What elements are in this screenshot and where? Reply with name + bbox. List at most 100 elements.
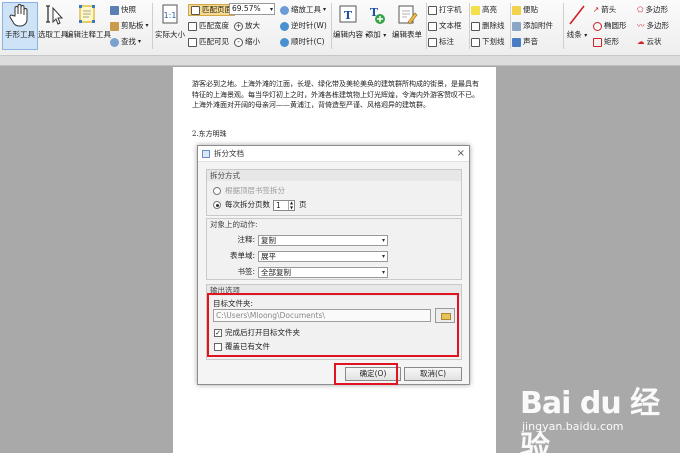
stepper-arrows-icon[interactable]: ▲ ▼ bbox=[288, 200, 294, 210]
form-field-value: 展平 bbox=[261, 252, 276, 261]
edit-form-label: 编辑表单 bbox=[392, 30, 422, 39]
underline-button[interactable]: 下划线 bbox=[471, 36, 505, 48]
line-icon bbox=[569, 5, 585, 25]
form-field-select[interactable]: 展平 ▾ bbox=[258, 251, 388, 262]
bookmark-label: 书签: bbox=[237, 267, 255, 276]
cancel-button[interactable]: 取消(C) bbox=[404, 367, 462, 381]
edit-content-button[interactable]: T 编辑内容 ▾ bbox=[333, 2, 368, 48]
paperclip-icon bbox=[512, 21, 521, 31]
textbox-button[interactable]: 文本框 bbox=[428, 20, 462, 32]
sticky-note-button[interactable]: 便贴 bbox=[512, 4, 538, 16]
attach-file-button[interactable]: 添加附件 bbox=[512, 20, 553, 32]
split-by-bookmark-label: 根据顶层书签拆分 bbox=[225, 186, 285, 195]
zoom-out-button[interactable]: - 缩小 bbox=[234, 36, 260, 48]
callout-label: 标注 bbox=[439, 37, 454, 46]
annotation-select[interactable]: 复制 ▾ bbox=[258, 235, 388, 246]
hand-icon bbox=[9, 4, 28, 27]
sticky-note-label: 便贴 bbox=[523, 5, 538, 14]
add-button[interactable]: T 添加 ▾ bbox=[363, 2, 389, 48]
annotation-value: 复制 bbox=[261, 236, 276, 245]
add-object-icon: T bbox=[370, 6, 385, 24]
rotate-ccw-button[interactable]: 逆时针(W) bbox=[280, 20, 327, 32]
fit-visible-button[interactable]: 匹配可见 bbox=[188, 36, 229, 48]
ellipse-icon bbox=[593, 21, 602, 31]
rotate-ccw-label: 逆时针(W) bbox=[291, 21, 327, 30]
zoom-in-label: 放大 bbox=[245, 21, 260, 30]
textbox-icon bbox=[428, 21, 437, 31]
hand-tool-button[interactable]: 手形工具 bbox=[2, 2, 38, 50]
ribbon-separator bbox=[469, 3, 470, 49]
rotate-right-icon bbox=[280, 37, 289, 47]
ribbon-separator bbox=[152, 3, 153, 49]
find-button[interactable]: 查找 ▾ bbox=[110, 36, 141, 48]
split-method-heading: 拆分方式 bbox=[207, 170, 461, 181]
strikeout-button[interactable]: 删除线 bbox=[471, 20, 505, 32]
polyline-tool-button[interactable]: 〰 多边形 bbox=[637, 20, 669, 32]
zoom-out-icon: - bbox=[234, 37, 243, 47]
clipboard-button[interactable]: 剪贴板 ▾ bbox=[110, 20, 149, 32]
ellipse-tool-button[interactable]: 椭圆形 bbox=[593, 20, 627, 32]
polygon-tool-button[interactable]: ⬠ 多边形 bbox=[637, 4, 668, 16]
chevron-down-icon: ▾ bbox=[323, 6, 327, 13]
rectangle-tool-button[interactable]: 矩形 bbox=[593, 36, 619, 48]
split-by-bookmark-radio[interactable] bbox=[213, 187, 221, 195]
object-actions-section: 对象上的动作: 注释: 复制 ▾ 表单域: 展平 ▾ 书签: 全部复制 ▾ bbox=[206, 218, 462, 280]
form-field-label: 表单域: bbox=[229, 251, 255, 260]
actual-size-icon: 1:1 bbox=[162, 4, 178, 24]
zoom-in-button[interactable]: + 放大 bbox=[234, 20, 260, 32]
edit-annotation-tool-button[interactable]: 编辑注释工具 bbox=[66, 2, 111, 48]
cloud-label: 云状 bbox=[646, 37, 662, 46]
pages-value: 1 bbox=[276, 201, 281, 210]
page-heading: 2.东方明珠 bbox=[192, 130, 227, 138]
polyline-icon: 〰 bbox=[637, 21, 645, 30]
pages-suffix: 页 bbox=[299, 200, 307, 209]
chevron-down-icon: ▾ bbox=[381, 237, 385, 244]
chevron-down-icon: ▾ bbox=[381, 253, 385, 260]
zoom-tool-label: 缩放工具 bbox=[291, 5, 321, 14]
chevron-down-icon: ▾ bbox=[138, 38, 142, 45]
output-highlight-box bbox=[207, 293, 459, 357]
bookmark-value: 全部复制 bbox=[261, 268, 291, 277]
rotate-cw-button[interactable]: 顺时针(C) bbox=[280, 36, 325, 48]
pages-stepper[interactable]: 1 ▲ ▼ bbox=[273, 200, 295, 211]
highlight-button[interactable]: 高亮 bbox=[471, 4, 497, 16]
fit-page-button[interactable]: 匹配页面 bbox=[188, 4, 235, 16]
ribbon-toolbar: 手形工具 选取工具 编辑注释工具 快照 剪贴板 ▾ 查找 ▾ 1:1 实际大小 … bbox=[0, 0, 680, 56]
callout-button[interactable]: 标注 bbox=[428, 36, 454, 48]
line-label: 线条 bbox=[566, 30, 582, 39]
edit-form-button[interactable]: 编辑表单 bbox=[389, 2, 425, 48]
ribbon-separator bbox=[331, 3, 332, 49]
select-tool-button[interactable]: 选取工具 bbox=[38, 2, 68, 48]
edit-annotation-tool-label: 编辑注释工具 bbox=[66, 30, 111, 39]
svg-text:1:1: 1:1 bbox=[164, 11, 177, 20]
bookmark-select[interactable]: 全部复制 ▾ bbox=[258, 267, 388, 278]
cloud-tool-button[interactable]: ☁ 云状 bbox=[637, 36, 662, 48]
select-tool-label: 选取工具 bbox=[38, 30, 68, 39]
split-by-pages-radio[interactable] bbox=[213, 201, 221, 209]
edit-content-icon: T bbox=[339, 5, 357, 23]
chevron-down-icon: ▾ bbox=[381, 269, 385, 276]
watermark-url: jingyan.baidu.com bbox=[522, 420, 624, 433]
textbox-label: 文本框 bbox=[439, 21, 462, 30]
arrow-tool-button[interactable]: ↗ 箭头 bbox=[593, 4, 616, 16]
actual-size-button[interactable]: 1:1 实际大小 bbox=[154, 2, 186, 48]
hand-tool-label: 手形工具 bbox=[5, 30, 35, 39]
line-tool-button[interactable]: 线条 ▾ bbox=[565, 2, 589, 48]
baidu-watermark: Bai du 经验 jingyan.baidu.com bbox=[512, 378, 672, 453]
snapshot-button[interactable]: 快照 bbox=[110, 4, 136, 16]
sound-button[interactable]: 声音 bbox=[512, 36, 538, 48]
fit-visible-label: 匹配可见 bbox=[199, 37, 229, 46]
ok-highlight-box bbox=[334, 363, 398, 385]
text-cursor-icon bbox=[46, 5, 63, 25]
zoom-combo[interactable]: 69.57% ▾ bbox=[229, 3, 275, 15]
polygon-label: 多边形 bbox=[645, 5, 669, 14]
actual-size-label: 实际大小 bbox=[155, 30, 185, 39]
fit-page-label: 匹配页面 bbox=[202, 5, 232, 14]
close-icon[interactable]: × bbox=[457, 146, 465, 162]
rectangle-label: 矩形 bbox=[604, 37, 619, 46]
snapshot-label: 快照 bbox=[121, 5, 136, 14]
fit-width-icon bbox=[188, 21, 197, 31]
typewriter-button[interactable]: 打字机 bbox=[428, 4, 462, 16]
zoom-tool-button[interactable]: 缩放工具 ▾ bbox=[280, 4, 326, 16]
fit-width-button[interactable]: 匹配宽度 bbox=[188, 20, 229, 32]
